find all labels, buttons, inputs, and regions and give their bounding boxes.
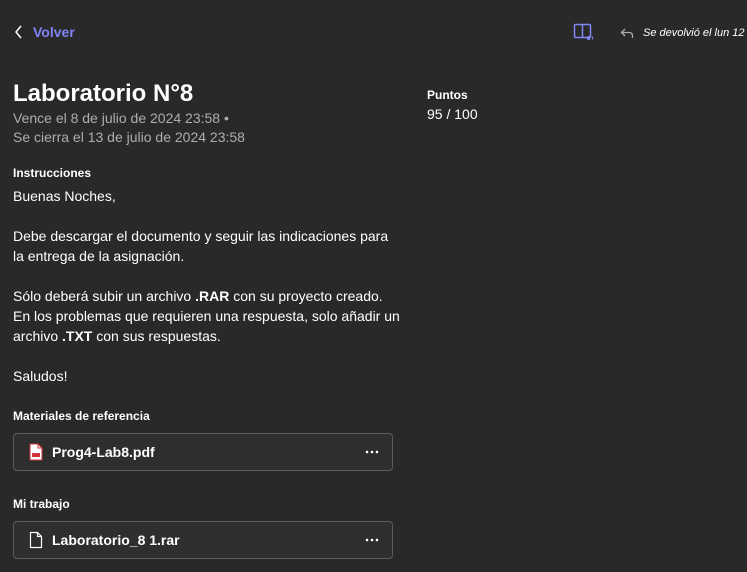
reply-icon	[620, 28, 634, 38]
top-bar: Volver Se devolvió el lun 12	[0, 0, 747, 64]
assignment-title: Laboratorio N°8	[13, 80, 194, 107]
reference-materials-label: Materiales de referencia	[13, 409, 150, 423]
instructions-closing: Saludos!	[13, 368, 68, 384]
immersive-reader-icon	[573, 23, 594, 40]
file-icon	[29, 531, 43, 549]
my-work-file-name[interactable]: Laboratorio_8 1.rar	[52, 532, 357, 548]
chevron-left-icon	[15, 25, 22, 39]
instructions-body: Buenas Noches, Debe descargar el documen…	[13, 186, 403, 386]
instructions-line: En los problemas que requieren una respu…	[13, 308, 400, 324]
my-work-file-card[interactable]: Laboratorio_8 1.rar	[13, 521, 393, 559]
returned-text: Se devolvió el lun 12	[643, 27, 745, 39]
returned-status: Se devolvió el lun 12	[620, 24, 747, 42]
reference-file-name[interactable]: Prog4-Lab8.pdf	[52, 444, 357, 460]
due-date: Vence el 8 de julio de 2024 23:58 •	[13, 110, 229, 126]
close-date: Se cierra el 13 de julio de 2024 23:58	[13, 129, 245, 145]
file-type-rar: .RAR	[195, 288, 230, 304]
back-button[interactable]: Volver	[14, 22, 75, 42]
instructions-line: Debe descargar el documento y seguir las…	[13, 228, 389, 244]
points-label: Puntos	[427, 88, 468, 102]
more-icon	[365, 450, 379, 454]
back-label: Volver	[33, 24, 75, 40]
instructions-line: Sólo deberá subir un archivo .RAR con su…	[13, 288, 383, 304]
my-work-label: Mi trabajo	[13, 497, 70, 511]
pdf-file-icon	[29, 443, 43, 461]
reference-file-card[interactable]: Prog4-Lab8.pdf	[13, 433, 393, 471]
more-options-button[interactable]	[357, 525, 387, 555]
points-value: 95 / 100	[427, 106, 478, 122]
instructions-greeting: Buenas Noches,	[13, 188, 116, 204]
more-icon	[365, 538, 379, 542]
instructions-line: archivo .TXT con sus respuestas.	[13, 328, 221, 344]
immersive-reader-button[interactable]	[573, 22, 595, 42]
more-options-button[interactable]	[357, 437, 387, 467]
instructions-line: la entrega de la asignación.	[13, 248, 185, 264]
file-type-txt: .TXT	[62, 328, 93, 344]
instructions-label: Instrucciones	[13, 166, 92, 180]
